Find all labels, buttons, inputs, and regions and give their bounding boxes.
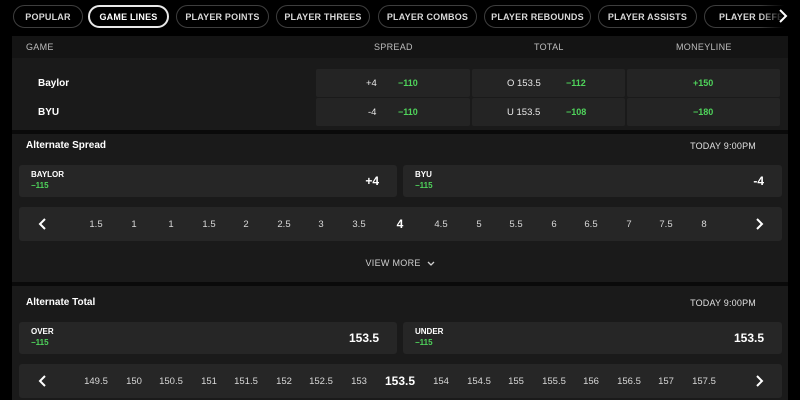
chevron-left-icon[interactable] [37,374,49,388]
line-option[interactable]: 6.5 [584,219,597,230]
game-time: TODAY 9:00PM [690,298,756,308]
line-option[interactable]: 156.5 [617,376,641,387]
option-name: OVER [31,327,54,336]
header-total: TOTAL [534,42,564,52]
game-panel: GAME SPREAD TOTAL MONEYLINE Baylor +4 −1… [12,36,788,400]
game-time: TODAY 9:00PM [690,141,756,151]
alt-spread-line-selector: 1.5 1 1 1.5 2 2.5 3 3.5 4 4.5 5 5.5 6 6.… [19,207,782,241]
spread-line: +4 [366,78,377,89]
line-option[interactable]: 151 [201,376,217,387]
option-odds: −115 [31,338,49,347]
line-option[interactable]: 157.5 [692,376,716,387]
line-option[interactable]: 2 [243,219,248,230]
game-lines-header: GAME SPREAD TOTAL MONEYLINE [12,36,788,58]
option-name: BYU [415,170,432,179]
alt-total-option-under[interactable]: UNDER −115 153.5 [403,322,782,354]
option-value: 153.5 [348,331,379,345]
option-odds: −115 [31,181,49,190]
spread-odds: −110 [398,78,418,88]
chevron-down-icon [427,261,434,266]
view-more-label: VIEW MORE [365,258,421,268]
team-name: Baylor [38,78,70,89]
total-cell[interactable]: O 153.5 −112 [472,69,625,97]
line-option[interactable]: 154 [433,376,449,387]
moneyline-odds: −180 [693,107,714,117]
tab-player-combos[interactable]: PLAYER COMBOS [378,5,477,28]
team-name: BYU [38,107,60,118]
line-option[interactable]: 153 [351,376,367,387]
tab-player-rebounds[interactable]: PLAYER REBOUNDS [484,5,591,28]
section-divider [12,130,788,134]
alt-total-line-selector: 149.5 150 150.5 151 151.5 152 152.5 153 … [19,364,782,398]
total-odds: −112 [566,78,586,88]
tab-player-points[interactable]: PLAYER POINTS [176,5,269,28]
line-option[interactable]: 155 [508,376,524,387]
alt-spread-option-baylor[interactable]: BAYLOR −115 +4 [19,165,397,197]
market-tabs: POPULAR GAME LINES PLAYER POINTS PLAYER … [0,0,800,33]
line-option[interactable]: 1 [168,219,173,230]
line-option[interactable]: 5.5 [509,219,522,230]
moneyline-odds: +150 [693,78,714,88]
line-option[interactable]: 7 [626,219,631,230]
line-option[interactable]: 157 [658,376,674,387]
line-option[interactable]: 1.5 [202,219,215,230]
line-option[interactable]: 155.5 [542,376,566,387]
chevron-right-icon[interactable] [753,374,765,388]
header-game: GAME [26,42,54,52]
total-line: O 153.5 [507,78,541,89]
line-option[interactable]: 2.5 [277,219,290,230]
option-odds: −115 [415,181,433,190]
tab-player-threes[interactable]: PLAYER THREES [276,5,370,28]
line-option[interactable]: 8 [701,219,706,230]
line-option[interactable]: 7.5 [659,219,672,230]
line-option[interactable]: 152.5 [309,376,333,387]
line-option[interactable]: 150.5 [159,376,183,387]
chevron-right-icon[interactable] [776,7,790,25]
option-value: 153.5 [733,331,764,345]
moneyline-cell[interactable]: +150 [627,69,780,97]
section-divider [12,282,788,286]
spread-line: -4 [368,107,377,118]
header-moneyline: MONEYLINE [676,42,732,52]
option-name: BAYLOR [31,170,65,179]
spread-cell[interactable]: -4 −110 [316,98,470,126]
line-option[interactable]: 1.5 [89,219,102,230]
tab-game-lines[interactable]: GAME LINES [88,5,169,28]
line-option[interactable]: 3.5 [352,219,365,230]
line-option[interactable]: 4.5 [434,219,447,230]
header-spread: SPREAD [374,42,413,52]
total-odds: −108 [566,107,587,117]
alt-total-option-over[interactable]: OVER −115 153.5 [19,322,397,354]
section-title: Alternate Total [26,297,96,308]
line-option[interactable]: 5 [476,219,481,230]
line-option[interactable]: 6 [551,219,556,230]
tab-player-assists[interactable]: PLAYER ASSISTS [598,5,697,28]
chevron-right-icon[interactable] [753,217,765,231]
line-option[interactable]: 150 [126,376,142,387]
line-option-selected[interactable]: 4 [397,217,404,231]
line-option[interactable]: 1 [131,219,136,230]
line-option[interactable]: 151.5 [234,376,258,387]
line-option-selected[interactable]: 153.5 [385,374,415,388]
view-more-button[interactable]: VIEW MORE [12,258,788,268]
chevron-left-icon[interactable] [37,217,49,231]
line-option[interactable]: 156 [583,376,599,387]
spread-odds: −110 [398,107,418,117]
spread-cell[interactable]: +4 −110 [316,69,470,97]
option-value: +4 [365,174,379,188]
section-title: Alternate Spread [26,140,107,151]
line-option[interactable]: 154.5 [467,376,491,387]
line-option[interactable]: 3 [318,219,323,230]
total-line: U 153.5 [507,107,541,118]
option-name: UNDER [415,327,444,336]
tab-popular[interactable]: POPULAR [13,5,83,28]
line-option[interactable]: 149.5 [84,376,108,387]
option-odds: −115 [415,338,433,347]
line-option[interactable]: 152 [276,376,292,387]
alt-spread-option-byu[interactable]: BYU −115 -4 [403,165,782,197]
moneyline-cell[interactable]: −180 [627,98,780,126]
option-value: -4 [753,174,764,188]
total-cell[interactable]: U 153.5 −108 [472,98,625,126]
